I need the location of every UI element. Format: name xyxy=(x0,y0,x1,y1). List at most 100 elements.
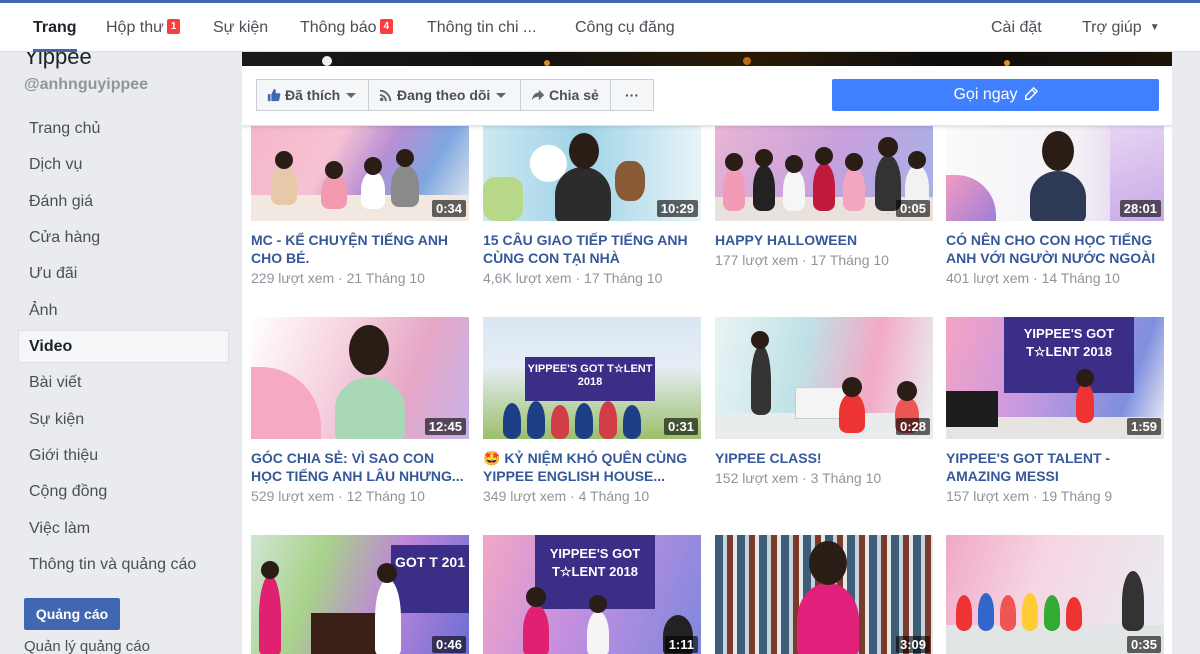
sidebar-item-video[interactable]: Video xyxy=(18,330,229,363)
video-title-link[interactable]: 15 CÂU GIAO TIẾP TIẾNG ANH CÙNG CON TẠI … xyxy=(483,231,701,267)
video-thumbnail[interactable]: 0:05 xyxy=(715,125,933,221)
video-duration: 28:01 xyxy=(1119,200,1161,217)
video-thumbnail[interactable]: 0:35 xyxy=(946,535,1164,654)
view-count: 229 lượt xem xyxy=(251,270,335,286)
video-duration: 0:46 xyxy=(431,636,466,653)
sidebar-item-trang-chu[interactable]: Trang chủ xyxy=(18,112,229,145)
video-card[interactable]: 12:45 GÓC CHIA SẺ: VÌ SAO CON HỌC TIẾNG … xyxy=(251,317,469,505)
video-thumbnail[interactable]: YIPPEE'S GOT T☆LENT 2018 1:59 xyxy=(946,317,1164,439)
tab-label: Công cụ đăng xyxy=(575,19,675,36)
tab-help[interactable]: Trợ giúp ▼ xyxy=(1082,3,1160,52)
video-card[interactable]: YIPPEE'S GOT T☆LENT 2018 1:11 xyxy=(483,535,701,654)
tab-trang[interactable]: Trang xyxy=(33,3,77,52)
sidebar-item-danh-gia[interactable]: Đánh giá xyxy=(18,185,229,218)
sidebar-item-su-kien[interactable]: Sự kiện xyxy=(18,403,229,436)
notification-badge: 4 xyxy=(379,19,394,34)
post-date: 17 Tháng 10 xyxy=(584,270,663,286)
video-meta: 229 lượt xem · 21 Tháng 10 xyxy=(251,270,425,286)
video-duration: 0:05 xyxy=(895,200,930,217)
sidebar-item-bai-viet[interactable]: Bài viết xyxy=(18,366,229,399)
tab-cong-cu-dang[interactable]: Công cụ đăng xyxy=(575,3,675,52)
video-title-link[interactable]: 🤩 KỶ NIỆM KHÓ QUÊN CÙNG YIPPEE ENGLISH H… xyxy=(483,449,701,485)
video-card[interactable]: 0:34 MC - KỂ CHUYỆN TIẾNG ANH CHO BÉ. 22… xyxy=(251,125,469,287)
following-button[interactable]: Đang theo dõi xyxy=(368,79,522,111)
video-meta: 152 lượt xem · 3 Tháng 10 xyxy=(715,470,882,486)
video-card[interactable]: YIPPEE'S GOT T☆LENT 2018 0:31 🤩 KỶ NIỆM … xyxy=(483,317,701,505)
tab-thong-tin-chi-tiet[interactable]: Thông tin chi ... xyxy=(427,3,536,52)
sidebar-item-gioi-thieu[interactable]: Giới thiệu xyxy=(18,439,229,472)
tab-settings[interactable]: Cài đặt xyxy=(991,3,1042,52)
tab-su-kien[interactable]: Sự kiện xyxy=(213,3,268,52)
video-card[interactable]: 10:29 15 CÂU GIAO TIẾP TIẾNG ANH CÙNG CO… xyxy=(483,125,701,287)
tab-label: Thông báo xyxy=(300,19,377,36)
video-card[interactable]: YIPPEE'S GOT T☆LENT 2018 1:59 YIPPEE'S G… xyxy=(946,317,1164,505)
post-date: 4 Tháng 10 xyxy=(578,488,650,504)
view-count: 4,6K lượt xem xyxy=(483,270,572,286)
call-now-label: Gọi ngay xyxy=(953,86,1018,103)
sidebar-item-anh[interactable]: Ảnh xyxy=(18,294,229,327)
page-handle[interactable]: @anhnguyippee xyxy=(24,76,148,94)
dropdown-arrow-icon: ▼ xyxy=(1149,22,1160,33)
video-thumbnail[interactable]: 12:45 xyxy=(251,317,469,439)
more-options-button[interactable]: ··· xyxy=(610,79,654,111)
tab-label: Cài đặt xyxy=(991,19,1042,36)
video-title-link[interactable]: GÓC CHIA SẺ: VÌ SAO CON HỌC TIẾNG ANH LÂ… xyxy=(251,449,469,485)
share-label: Chia sẻ xyxy=(549,87,599,103)
sidebar-item-thong-tin-quang-cao[interactable]: Thông tin và quảng cáo xyxy=(18,548,229,581)
share-arrow-icon xyxy=(531,89,545,101)
video-meta: 157 lượt xem · 19 Tháng 9 xyxy=(946,488,1113,504)
video-duration: 1:59 xyxy=(1126,418,1161,435)
view-count: 177 lượt xem xyxy=(715,252,799,268)
video-card[interactable]: 0:35 xyxy=(946,535,1164,654)
promote-button[interactable]: Quảng cáo xyxy=(24,598,120,630)
sidebar-item-dich-vu[interactable]: Dịch vụ xyxy=(18,148,229,181)
video-meta: 349 lượt xem · 4 Tháng 10 xyxy=(483,488,650,504)
video-duration: 0:28 xyxy=(895,418,930,435)
thumbs-up-icon xyxy=(267,88,281,102)
video-meta: 401 lượt xem · 14 Tháng 10 xyxy=(946,270,1120,286)
view-count: 157 lượt xem xyxy=(946,488,1030,504)
tab-thong-bao[interactable]: Thông báo 4 xyxy=(300,3,394,52)
tab-label: Hộp thư xyxy=(106,19,164,36)
video-card[interactable]: 0:05 HAPPY HALLOWEEN 177 lượt xem · 17 T… xyxy=(715,125,933,269)
video-thumbnail[interactable]: YIPPEE'S GOT T☆LENT 2018 0:31 xyxy=(483,317,701,439)
share-button[interactable]: Chia sẻ xyxy=(520,79,612,111)
liked-button[interactable]: Đã thích xyxy=(256,79,370,111)
page-scrollbar[interactable] xyxy=(1172,52,1200,654)
main-content: Đã thích Đang theo dõi Chia sẻ ··· Gọi n… xyxy=(242,52,1172,654)
video-card[interactable]: 28:01 CÓ NÊN CHO CON HỌC TIẾNG ANH VỚI N… xyxy=(946,125,1164,287)
liked-label: Đã thích xyxy=(285,87,341,103)
manage-ads-link[interactable]: Quản lý quảng cáo xyxy=(24,638,150,654)
view-count: 152 lượt xem xyxy=(715,470,799,486)
tab-label: Sự kiện xyxy=(213,19,269,36)
video-thumbnail[interactable]: 0:28 xyxy=(715,317,933,439)
video-thumbnail[interactable]: GOT T 201 0:46 xyxy=(251,535,469,654)
tab-label: Trang xyxy=(33,19,77,36)
video-title-link[interactable]: MC - KỂ CHUYỆN TIẾNG ANH CHO BÉ. xyxy=(251,231,469,267)
tab-label: Thông tin chi ... xyxy=(427,19,537,36)
tab-hop-thu[interactable]: Hộp thư 1 xyxy=(106,3,181,52)
video-thumbnail[interactable]: 3:09 xyxy=(715,535,933,654)
video-thumbnail[interactable]: 28:01 xyxy=(946,125,1164,221)
sidebar-item-cua-hang[interactable]: Cửa hàng xyxy=(18,221,229,254)
video-thumbnail[interactable]: 10:29 xyxy=(483,125,701,221)
video-card[interactable]: GOT T 201 0:46 xyxy=(251,535,469,654)
more-icon: ··· xyxy=(625,87,639,103)
sidebar-item-viec-lam[interactable]: Việc làm xyxy=(18,512,229,545)
video-title-link[interactable]: HAPPY HALLOWEEN xyxy=(715,231,933,249)
video-meta: 529 lượt xem · 12 Tháng 10 xyxy=(251,488,425,504)
sidebar-item-cong-dong[interactable]: Cộng đồng xyxy=(18,475,229,508)
video-thumbnail[interactable]: 0:34 xyxy=(251,125,469,221)
following-label: Đang theo dõi xyxy=(397,87,491,103)
video-card[interactable]: 0:28 YIPPEE CLASS! 152 lượt xem · 3 Thán… xyxy=(715,317,933,487)
video-title-link[interactable]: CÓ NÊN CHO CON HỌC TIẾNG ANH VỚI NGƯỜI N… xyxy=(946,231,1164,267)
video-title-link[interactable]: YIPPEE CLASS! xyxy=(715,449,933,467)
post-date: 17 Tháng 10 xyxy=(810,252,889,268)
dropdown-arrow-icon xyxy=(346,93,357,98)
video-card[interactable]: 3:09 xyxy=(715,535,933,654)
video-thumbnail[interactable]: YIPPEE'S GOT T☆LENT 2018 1:11 xyxy=(483,535,701,654)
video-title-link[interactable]: YIPPEE'S GOT TALENT - AMAZING MESSI xyxy=(946,449,1164,485)
sidebar-item-uu-dai[interactable]: Ưu đãi xyxy=(18,257,229,290)
video-duration: 10:29 xyxy=(656,200,698,217)
call-now-button[interactable]: Gọi ngay xyxy=(832,79,1159,111)
